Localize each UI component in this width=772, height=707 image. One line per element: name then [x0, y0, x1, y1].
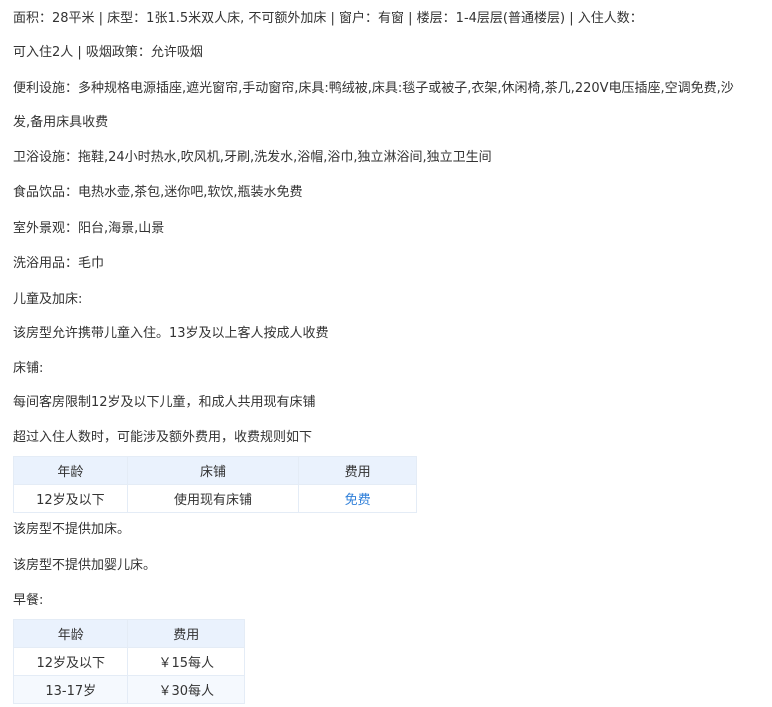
column-header-fee: 费用 — [127, 619, 245, 648]
table-row: 12岁及以下 ￥15每人 — [12, 647, 245, 676]
food-drinks: 食品饮品：电热水壶,茶包,迷你吧,软饮,瓶装水免费 — [13, 185, 303, 200]
fee-cell: ￥15每人 — [127, 647, 245, 676]
no-crib-note: 该房型不提供加婴儿床。 — [13, 558, 157, 573]
bedding-limit: 每间客房限制12岁及以下儿童，和成人共用现有床铺 — [13, 395, 316, 410]
facilities-line-2: 发,备用床具收费 — [13, 115, 109, 130]
age-cell: 13-17岁 — [12, 675, 129, 704]
room-basic-info-line-2: 可入住2人 | 吸烟政策：允许吸烟 — [13, 45, 203, 60]
table-header-row: 年龄 费用 — [12, 619, 245, 648]
column-header-bed: 床铺 — [126, 456, 300, 485]
children-heading: 儿童及加床: — [13, 292, 83, 307]
breakfast-heading: 早餐: — [13, 593, 44, 608]
bedding-heading: 床铺: — [13, 361, 44, 376]
outdoor-view: 室外景观：阳台,海景,山景 — [13, 221, 165, 236]
free-fee-link[interactable]: 免费 — [345, 493, 371, 508]
children-policy: 该房型允许携带儿童入住。13岁及以上客人按成人收费 — [13, 326, 329, 341]
table-header-row: 年龄 床铺 费用 — [13, 456, 417, 485]
column-header-age: 年龄 — [12, 619, 129, 648]
bed-cell: 使用现有床铺 — [126, 484, 300, 513]
table-row: 13-17岁 ￥30每人 — [12, 675, 245, 704]
age-cell: 12岁及以下 — [12, 647, 129, 676]
column-header-age: 年龄 — [13, 456, 128, 485]
age-cell: 12岁及以下 — [13, 484, 128, 513]
toiletries: 洗浴用品：毛巾 — [13, 256, 105, 271]
breakfast-fee-table: 年龄 费用 12岁及以下 ￥15每人 13-17岁 ￥30每人 — [12, 619, 245, 704]
no-extra-bed-note: 该房型不提供加床。 — [13, 522, 131, 537]
facilities-line-1: 便利设施：多种规格电源插座,遮光窗帘,手动窗帘,床具:鸭绒被,床具:毯子或被子,… — [13, 81, 734, 96]
extra-fee-note: 超过入住人数时，可能涉及额外费用，收费规则如下 — [13, 430, 313, 445]
table-row: 12岁及以下 使用现有床铺 免费 — [13, 484, 417, 513]
room-basic-info-line-1: 面积：28平米 | 床型：1张1.5米双人床, 不可额外加床 | 窗户：有窗 |… — [13, 11, 643, 26]
bedding-fee-table: 年龄 床铺 费用 12岁及以下 使用现有床铺 免费 — [13, 456, 417, 513]
room-policy-document: 面积：28平米 | 床型：1张1.5米双人床, 不可额外加床 | 窗户：有窗 |… — [0, 0, 772, 707]
fee-cell: 免费 — [298, 484, 417, 513]
bathroom-facilities: 卫浴设施：拖鞋,24小时热水,吹风机,牙刷,洗发水,浴帽,浴巾,独立淋浴间,独立… — [13, 150, 492, 165]
column-header-fee: 费用 — [298, 456, 417, 485]
fee-cell: ￥30每人 — [127, 675, 245, 704]
